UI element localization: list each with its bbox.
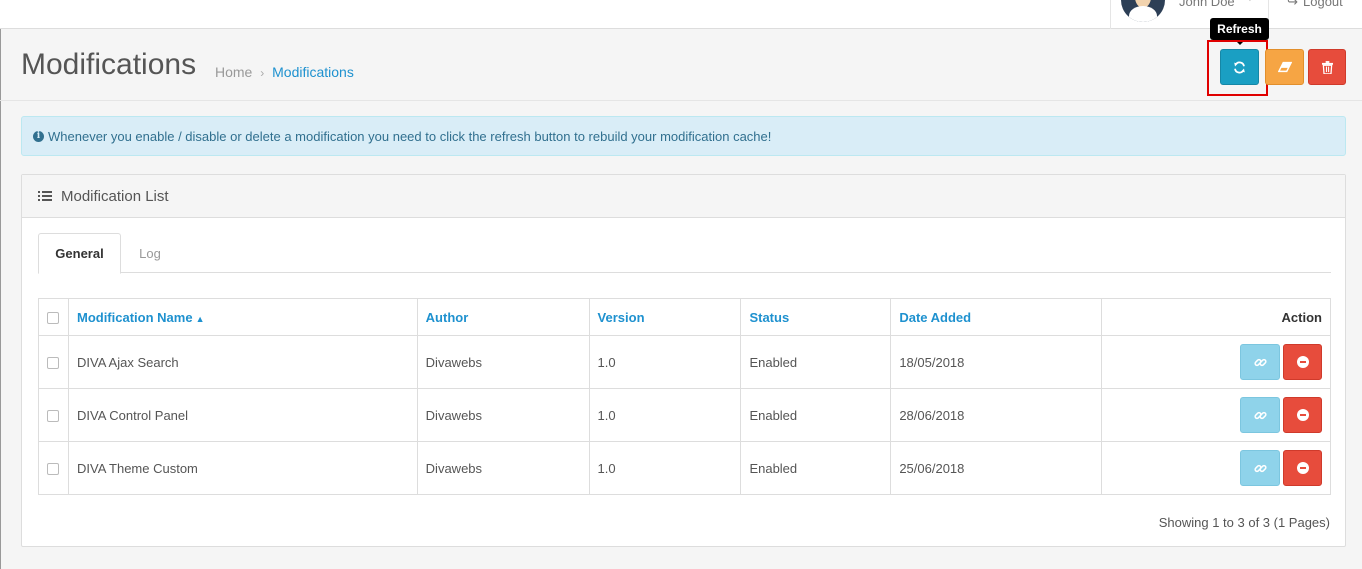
modification-list-panel: Modification List General Log Modificati…	[21, 174, 1346, 547]
info-icon: i	[33, 130, 44, 142]
disable-button[interactable]	[1283, 450, 1322, 486]
column-header-version[interactable]: Version	[588, 298, 742, 336]
sort-up-icon: ▲	[195, 313, 205, 324]
sign-out-icon: ↪	[1287, 0, 1298, 9]
refresh-button[interactable]	[1220, 49, 1259, 85]
breadcrumb: Home › Modifications	[215, 64, 354, 80]
cell-name: DIVA Ajax Search	[67, 335, 418, 389]
column-header-date-added[interactable]: Date Added	[890, 298, 1103, 336]
link-button[interactable]	[1240, 344, 1280, 380]
column-header-action: Action	[1101, 298, 1331, 336]
info-alert: i Whenever you enable / disable or delet…	[21, 116, 1346, 156]
cell-date: 28/06/2018	[890, 388, 1103, 442]
cell-action	[1101, 335, 1331, 389]
minus-circle-icon	[1296, 409, 1309, 421]
link-button[interactable]	[1240, 397, 1280, 433]
minus-circle-icon	[1296, 356, 1309, 368]
trash-icon	[1321, 60, 1333, 74]
cell-date: 18/05/2018	[890, 335, 1103, 389]
panel-title: Modification List	[61, 188, 169, 205]
column-header-author[interactable]: Author	[416, 298, 590, 336]
link-icon	[1253, 411, 1267, 419]
table-row: DIVA Theme Custom Divawebs 1.0 Enabled 2…	[38, 441, 1331, 495]
tabs: General Log	[38, 233, 1331, 274]
cell-status: Enabled	[740, 441, 892, 495]
table-row: DIVA Control Panel Divawebs 1.0 Enabled …	[38, 388, 1331, 442]
cell-action	[1101, 388, 1331, 442]
cell-name: DIVA Control Panel	[67, 388, 418, 442]
select-all-checkbox[interactable]	[47, 312, 59, 325]
cell-author: Divawebs	[416, 441, 590, 495]
cell-status: Enabled	[740, 388, 892, 442]
panel-heading: Modification List	[22, 175, 1345, 218]
table-header-row: Modification Name ▲ Author Version Status…	[38, 298, 1331, 336]
logout-link[interactable]: ↪ Logout	[1268, 0, 1362, 29]
tab-general[interactable]: General	[38, 233, 121, 274]
top-header: John Doe ▼ ↪ Logout	[0, 0, 1362, 29]
row-checkbox[interactable]	[47, 357, 59, 370]
link-icon	[1253, 464, 1267, 472]
chevron-down-icon: ▼	[1245, 0, 1255, 4]
select-all-cell	[38, 298, 69, 336]
link-button[interactable]	[1240, 450, 1280, 486]
list-icon	[38, 191, 52, 202]
disable-button[interactable]	[1283, 397, 1322, 433]
disable-button[interactable]	[1283, 344, 1322, 380]
cell-author: Divawebs	[416, 388, 590, 442]
breadcrumb-separator: ›	[260, 66, 265, 80]
tab-log[interactable]: Log	[122, 233, 178, 273]
cell-date: 25/06/2018	[890, 441, 1103, 495]
cell-version: 1.0	[588, 388, 742, 442]
minus-circle-icon	[1296, 462, 1309, 474]
breadcrumb-home[interactable]: Home	[215, 64, 252, 80]
modification-table: Modification Name ▲ Author Version Status…	[38, 298, 1331, 495]
row-select-cell	[38, 441, 69, 495]
sidebar-border	[0, 29, 1, 569]
column-name-label: Modification Name	[76, 309, 193, 325]
cell-version: 1.0	[588, 441, 742, 495]
cell-name: DIVA Theme Custom	[67, 441, 418, 495]
cell-status: Enabled	[740, 335, 892, 389]
cell-action	[1101, 441, 1331, 495]
table-row: DIVA Ajax Search Divawebs 1.0 Enabled 18…	[38, 335, 1331, 389]
logout-label: Logout	[1303, 0, 1343, 9]
column-header-status[interactable]: Status	[740, 298, 892, 336]
refresh-tooltip: Refresh	[1210, 18, 1269, 40]
user-name: John Doe	[1179, 0, 1235, 9]
delete-button[interactable]	[1308, 49, 1346, 85]
page-header: Modifications Home › Modifications	[0, 29, 1362, 101]
refresh-icon	[1234, 61, 1245, 73]
column-header-name[interactable]: Modification Name ▲	[67, 298, 418, 336]
page-title: Modifications	[21, 48, 197, 81]
breadcrumb-modifications[interactable]: Modifications	[272, 64, 354, 80]
cell-author: Divawebs	[416, 335, 590, 389]
clear-button[interactable]	[1265, 49, 1304, 85]
row-checkbox[interactable]	[47, 463, 59, 476]
row-select-cell	[38, 388, 69, 442]
alert-text: Whenever you enable / disable or delete …	[48, 128, 772, 144]
eraser-icon	[1277, 61, 1292, 73]
row-checkbox[interactable]	[47, 410, 59, 423]
cell-version: 1.0	[588, 335, 742, 389]
avatar	[1121, 0, 1165, 22]
link-icon	[1253, 358, 1267, 366]
row-select-cell	[38, 335, 69, 389]
pagination-info: Showing 1 to 3 of 3 (1 Pages)	[1158, 515, 1330, 530]
